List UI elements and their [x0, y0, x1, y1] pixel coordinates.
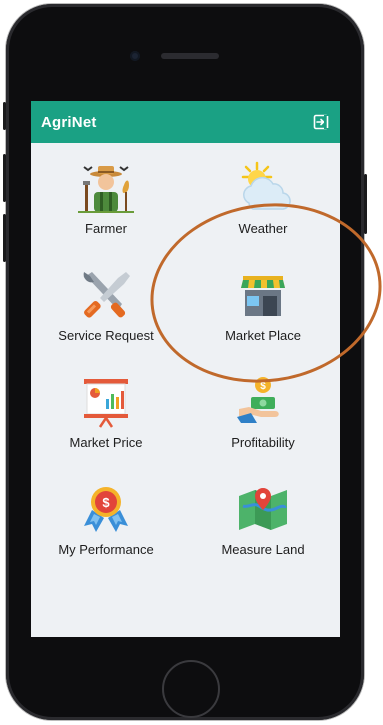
menu-item-measure-land[interactable]: Measure Land [188, 468, 338, 568]
menu-item-label: My Performance [58, 542, 154, 557]
menu-item-label: Market Price [69, 435, 143, 450]
volume-down-button [3, 214, 6, 262]
app-screen: AgriNet Farmer Weather Service Request M… [31, 101, 340, 637]
farmer-icon [78, 166, 134, 213]
menu-item-label: Farmer [85, 221, 127, 236]
market-stall-icon [241, 276, 285, 316]
menu-item-service-request[interactable]: Service Request [31, 254, 181, 354]
svg-text:$: $ [102, 495, 110, 510]
logout-icon[interactable] [312, 113, 330, 131]
menu-item-label: Weather [238, 221, 288, 236]
volume-up-button [3, 154, 6, 202]
earpiece-speaker [161, 53, 219, 59]
map-pin-icon [239, 488, 287, 530]
svg-text:$: $ [260, 381, 266, 392]
home-button[interactable] [162, 660, 220, 718]
menu-item-label: Profitability [231, 435, 295, 450]
tools-icon [83, 272, 130, 318]
menu-item-my-performance[interactable]: $ My Performance [31, 468, 181, 568]
price-chart-icon [84, 379, 128, 428]
medal-icon: $ [84, 487, 128, 532]
mute-switch [3, 102, 6, 130]
front-camera [130, 51, 140, 61]
menu-item-profitability[interactable]: $ Profitability [188, 361, 338, 461]
money-hand-icon: $ [237, 377, 279, 423]
power-button [364, 174, 367, 234]
menu-item-weather[interactable]: Weather [188, 147, 338, 247]
menu-item-label: Market Place [225, 328, 301, 343]
app-bar: AgriNet [31, 101, 340, 143]
app-title: AgriNet [41, 113, 97, 131]
menu-item-market-price[interactable]: Market Price [31, 361, 181, 461]
menu-item-market-place[interactable]: Market Place [188, 254, 338, 354]
menu-grid: Farmer Weather Service Request Market Pl… [31, 143, 340, 637]
menu-item-label: Measure Land [221, 542, 305, 557]
weather-icon [241, 161, 291, 210]
menu-item-farmer[interactable]: Farmer [31, 147, 181, 247]
menu-item-label: Service Request [58, 328, 154, 343]
